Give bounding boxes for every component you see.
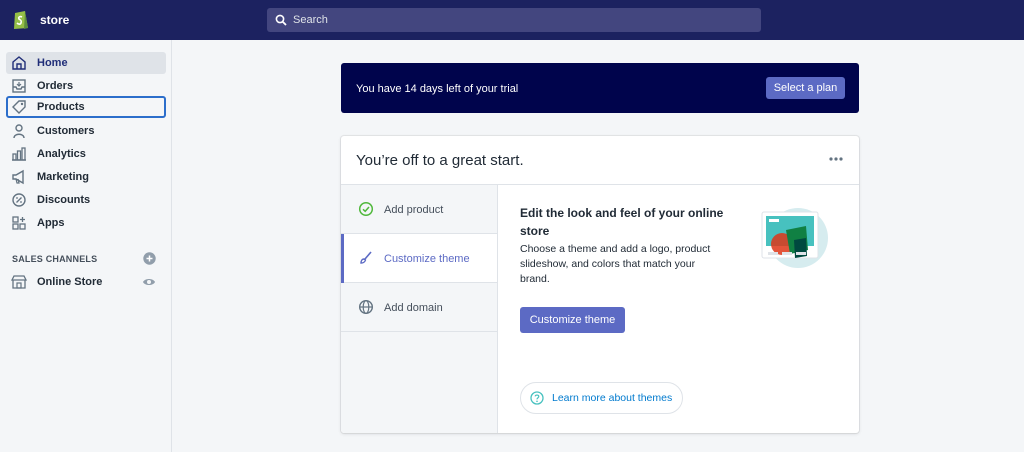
globe-icon — [358, 299, 374, 315]
eye-icon[interactable] — [142, 277, 156, 287]
sidebar-item-label: Analytics — [37, 148, 86, 160]
bar-chart-icon — [12, 147, 26, 161]
store-name[interactable]: store — [40, 13, 69, 27]
sidebar-item-discounts[interactable]: Discounts — [6, 189, 166, 211]
tag-icon — [12, 100, 26, 114]
card-title: You’re off to a great start. — [356, 152, 524, 169]
sidebar: Home Orders Products Customers Analytics… — [0, 40, 172, 452]
paintbrush-icon — [360, 251, 372, 264]
detail-description: Choose a theme and add a logo, product s… — [520, 243, 711, 285]
step-add-product[interactable]: Add product — [341, 185, 497, 234]
search-icon — [275, 14, 287, 26]
sidebar-item-online-store[interactable]: Online Store — [6, 271, 138, 293]
search-input[interactable]: Search — [267, 8, 761, 32]
megaphone-icon — [12, 169, 24, 185]
person-icon — [13, 124, 25, 139]
home-icon — [12, 56, 26, 70]
sidebar-item-label: Discounts — [37, 194, 91, 206]
sidebar-item-label: Products — [37, 101, 85, 113]
top-bar: store Search — [0, 0, 1024, 40]
search-placeholder: Search — [293, 14, 328, 26]
sidebar-item-label: Apps — [37, 217, 65, 229]
sidebar-item-label: Online Store — [37, 276, 103, 288]
sidebar-item-orders[interactable]: Orders — [6, 75, 166, 97]
detail-title: Edit the look and feel of your online st… — [520, 206, 724, 238]
learn-more-label: Learn more about themes — [552, 392, 673, 404]
sidebar-item-analytics[interactable]: Analytics — [6, 143, 166, 165]
setup-steps-list: Add product Customize theme Add domain — [341, 185, 498, 433]
sidebar-item-marketing[interactable]: Marketing — [6, 166, 166, 188]
more-actions-icon[interactable] — [829, 156, 843, 162]
customize-theme-button[interactable]: Customize theme — [520, 307, 625, 333]
sidebar-item-label: Orders — [37, 80, 74, 92]
select-plan-button[interactable]: Select a plan — [766, 77, 845, 99]
shopify-logo-icon[interactable] — [12, 8, 30, 30]
sidebar-item-label: Home — [37, 57, 68, 69]
theme-illustration — [761, 208, 828, 268]
sidebar-item-label: Marketing — [37, 171, 89, 183]
sales-channels-heading: SALES CHANNELS — [12, 254, 98, 264]
selected-indicator — [341, 234, 344, 283]
orders-icon — [12, 79, 26, 93]
storefront-icon — [11, 275, 27, 289]
trial-banner: You have 14 days left of your trial Sele… — [341, 63, 859, 113]
step-customize-theme[interactable]: Customize theme — [341, 234, 497, 283]
discount-icon — [12, 193, 26, 207]
setup-guide-card: You’re off to a great start. Add product… — [341, 136, 859, 433]
sidebar-item-products[interactable]: Products — [6, 96, 166, 118]
help-icon — [530, 391, 544, 405]
apps-icon — [12, 216, 26, 230]
sidebar-item-home[interactable]: Home — [6, 52, 166, 74]
step-label: Customize theme — [384, 253, 470, 265]
step-add-domain[interactable]: Add domain — [341, 283, 497, 332]
step-label: Add domain — [384, 302, 443, 314]
step-label: Add product — [384, 204, 444, 216]
check-circle-icon — [358, 201, 374, 217]
sidebar-item-label: Customers — [37, 125, 95, 137]
sidebar-item-customers[interactable]: Customers — [6, 120, 166, 142]
trial-text: You have 14 days left of your trial — [356, 83, 519, 95]
sidebar-item-apps[interactable]: Apps — [6, 212, 166, 234]
learn-more-themes-link[interactable]: Learn more about themes — [520, 382, 683, 414]
add-channel-icon[interactable] — [143, 252, 156, 265]
